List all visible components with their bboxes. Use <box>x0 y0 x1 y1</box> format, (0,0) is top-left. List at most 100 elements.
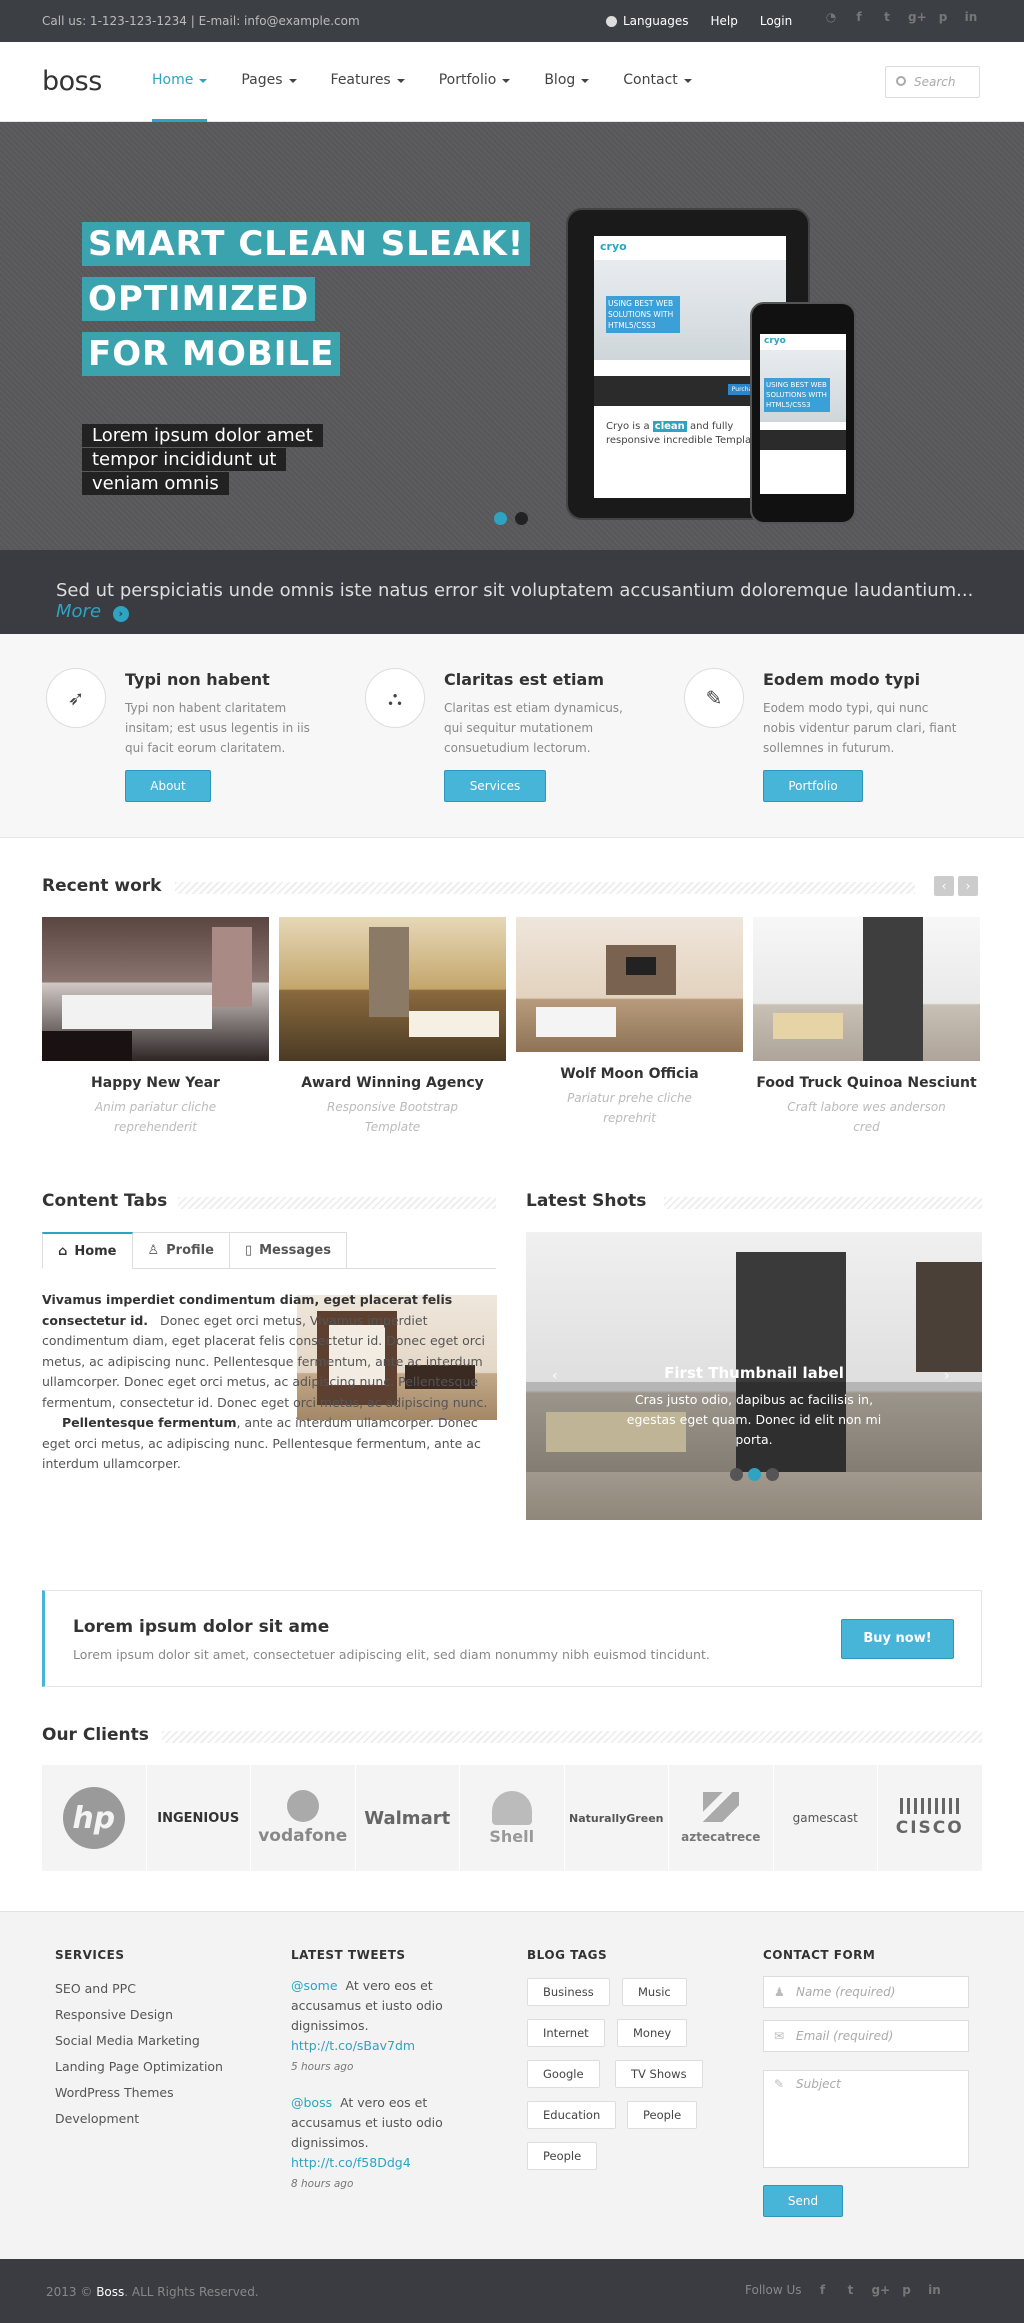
tag-link[interactable]: Business <box>527 1978 610 2006</box>
tweet-link[interactable]: http://t.co/f58Ddg4 <box>291 2155 411 2170</box>
tag-link[interactable]: People <box>527 2142 598 2170</box>
work-subtitle: Craft labore wes anderson cred <box>787 1100 946 1134</box>
tag-link[interactable]: Money <box>617 2019 688 2047</box>
google-plus-icon[interactable]: g+ <box>908 10 927 24</box>
client-logo[interactable]: gamescast <box>773 1765 877 1871</box>
nav-label: Portfolio <box>438 72 497 88</box>
work-item[interactable]: Food Truck Quinoa Nesciunt Craft labore … <box>753 917 980 1137</box>
client-logo[interactable]: INGENIOUS <box>146 1765 250 1871</box>
service-link[interactable]: WordPress Themes <box>55 2080 223 2106</box>
nav-item-features[interactable]: Features <box>331 72 405 122</box>
login-link[interactable]: Login <box>760 14 792 28</box>
languages-link[interactable]: Languages <box>606 14 688 28</box>
slider-dot[interactable] <box>515 512 528 525</box>
tab-bold-text-2: Pellentesque fermentum <box>62 1415 237 1430</box>
nav-label: Features <box>330 72 391 88</box>
home-icon: ⌂ <box>58 1243 68 1259</box>
client-logo[interactable]: vodafone <box>251 1765 355 1871</box>
services-button[interactable]: Services <box>444 770 546 802</box>
facebook-icon[interactable]: f <box>852 10 866 24</box>
hero-slider: SMART CLEAN SLEAK! OPTIMIZED FOR MOBILE … <box>0 122 1024 550</box>
copyright-year: 2013 © <box>46 2285 93 2299</box>
nav-item-portfolio[interactable]: Portfolio <box>439 72 511 122</box>
nav-item-blog[interactable]: Blog <box>544 72 590 122</box>
facebook-icon[interactable]: f <box>816 2283 830 2297</box>
site-logo[interactable]: boss <box>42 66 102 97</box>
work-image <box>753 917 980 1061</box>
work-item[interactable]: Award Winning Agency Responsive Bootstra… <box>279 917 506 1137</box>
rss-icon[interactable]: ◔ <box>824 10 838 24</box>
nav-item-contact[interactable]: Contact <box>623 72 692 122</box>
tag-link[interactable]: Internet <box>527 2019 605 2047</box>
service-link[interactable]: Landing Page Optimization <box>55 2054 223 2080</box>
linkedin-icon[interactable]: in <box>928 2283 942 2297</box>
azteca-logo: aztecatrece <box>681 1829 761 1844</box>
phone-mockup: cryo USING BEST WEB SOLUTIONS WITH HTML5… <box>750 302 856 524</box>
copyright-text: . ALL Rights Reserved. <box>124 2285 259 2299</box>
client-logo[interactable]: Walmart <box>355 1765 459 1871</box>
portfolio-button[interactable]: Portfolio <box>763 770 863 802</box>
chevron-left-icon[interactable]: ‹ <box>552 1368 558 1384</box>
client-logo[interactable]: CISCO <box>878 1765 982 1871</box>
slider-dot[interactable] <box>766 1468 779 1481</box>
tweet-handle[interactable]: @boss <box>291 2095 332 2110</box>
service-link[interactable]: Responsive Design <box>55 2002 223 2028</box>
tweet-handle[interactable]: @some <box>291 1978 338 1993</box>
twitter-icon[interactable]: t <box>844 2283 858 2297</box>
client-logo[interactable]: Shell <box>460 1765 564 1871</box>
tab-messages[interactable]: ▯ Messages <box>229 1232 347 1269</box>
ticket-icon: ✎ <box>684 668 744 728</box>
footer-tweets: LATEST TWEETS @some At vero eos et accus… <box>291 1948 451 2194</box>
send-button[interactable]: Send <box>763 2185 843 2217</box>
service-link[interactable]: SEO and PPC <box>55 1976 223 2002</box>
feature-text: Typi non habent claritatem insitam; est … <box>125 701 310 755</box>
slider-dot[interactable] <box>748 1468 761 1481</box>
copyright-brand[interactable]: Boss <box>96 2285 124 2299</box>
tag-link[interactable]: Education <box>527 2101 617 2129</box>
twitter-icon[interactable]: t <box>880 10 894 24</box>
tag-link[interactable]: People <box>627 2101 698 2129</box>
client-logo[interactable]: aztecatrece <box>669 1765 773 1871</box>
service-link[interactable]: Development <box>55 2106 223 2132</box>
tag-link[interactable]: TV Shows <box>615 2060 703 2088</box>
site-footer: SERVICES SEO and PPC Responsive Design S… <box>0 1911 1024 2259</box>
client-logo[interactable]: hp <box>42 1765 146 1871</box>
nav-item-pages[interactable]: Pages <box>241 72 297 122</box>
nav-label: Home <box>152 72 194 88</box>
slider-dot[interactable] <box>730 1468 743 1481</box>
chevron-right-icon[interactable]: › <box>944 1368 950 1384</box>
contact-info: Call us: 1-123-123-1234 | E-mail: info@e… <box>42 14 360 28</box>
chevron-right-icon[interactable]: › <box>112 606 129 622</box>
pinterest-icon[interactable]: p <box>900 2283 914 2297</box>
caret-down-icon <box>199 79 208 83</box>
subject-field[interactable]: ✎ Subject <box>763 2070 969 2168</box>
linkedin-icon[interactable]: in <box>964 10 978 24</box>
tweet-link[interactable]: http://t.co/sBav7dm <box>291 2038 415 2053</box>
tag-link[interactable]: Google <box>527 2060 600 2088</box>
tab-profile[interactable]: ♙ Profile <box>132 1232 230 1269</box>
client-logo[interactable]: NaturallyGreen <box>564 1765 668 1871</box>
shots-carousel: First Thumbnail label Cras justo odio, d… <box>526 1232 982 1520</box>
pinterest-icon[interactable]: p <box>936 10 950 24</box>
service-link[interactable]: Social Media Marketing <box>55 2028 223 2054</box>
about-button[interactable]: About <box>125 770 211 802</box>
caret-down-icon <box>683 79 692 83</box>
slider-dot[interactable] <box>494 512 507 525</box>
hero-subline-2: tempor incididunt ut <box>82 448 287 471</box>
tag-link[interactable]: Music <box>622 1978 687 2006</box>
search-input[interactable]: Search <box>885 66 980 98</box>
ingenious-logo: INGENIOUS <box>157 1810 240 1826</box>
chevron-left-icon[interactable]: ‹ <box>934 876 954 896</box>
work-item[interactable]: Happy New Year Anim pariatur cliche repr… <box>42 917 269 1137</box>
tab-home[interactable]: ⌂ Home <box>42 1232 133 1269</box>
chevron-right-icon[interactable]: › <box>958 876 978 896</box>
email-field[interactable]: ✉ Email (required) <box>763 2020 969 2052</box>
more-link[interactable]: More <box>56 601 101 622</box>
nav-item-home[interactable]: Home <box>152 72 208 122</box>
work-item[interactable]: Wolf Moon Officia Pariatur prehe cliche … <box>516 917 743 1128</box>
help-link[interactable]: Help <box>710 14 737 28</box>
buy-now-button[interactable]: Buy now! <box>841 1619 954 1659</box>
work-image <box>516 917 743 1052</box>
name-field[interactable]: ♟ Name (required) <box>763 1976 969 2008</box>
google-plus-icon[interactable]: g+ <box>872 2283 891 2297</box>
